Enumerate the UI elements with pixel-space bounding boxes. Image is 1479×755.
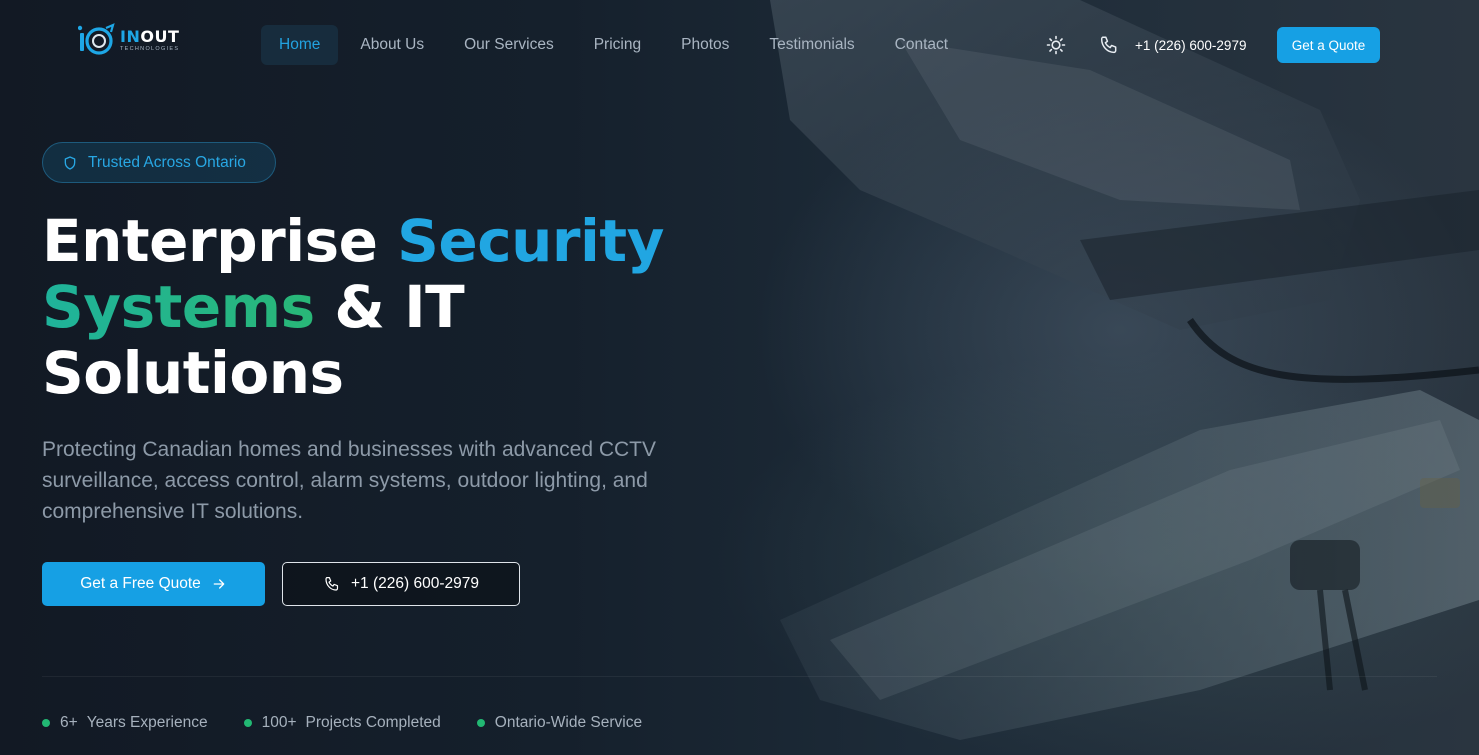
phone-icon bbox=[1100, 36, 1117, 54]
header-phone-link[interactable]: +1 (226) 600-2979 bbox=[1098, 33, 1246, 57]
call-phone-label: +1 (226) 600-2979 bbox=[351, 575, 479, 592]
logo-name-rest: OUT bbox=[140, 27, 180, 47]
stat-years-experience: 6+ Years Experience bbox=[42, 714, 208, 732]
sun-icon[interactable] bbox=[1044, 33, 1068, 57]
nav-item-our-services[interactable]: Our Services bbox=[446, 25, 572, 65]
arrow-right-icon bbox=[213, 579, 225, 589]
stat-label: Ontario-Wide Service bbox=[494, 714, 643, 731]
trusted-badge: Trusted Across Ontario bbox=[42, 142, 276, 183]
badge-label: Trusted Across Ontario bbox=[88, 153, 246, 171]
get-a-quote-button[interactable]: Get a Quote bbox=[1277, 27, 1380, 63]
call-phone-button[interactable]: +1 (226) 600-2979 bbox=[282, 562, 520, 606]
header-phone-number: +1 (226) 600-2979 bbox=[1135, 37, 1247, 53]
status-dot bbox=[243, 719, 252, 727]
get-free-quote-button[interactable]: Get a Free Quote bbox=[42, 562, 265, 606]
nav-item-testimonials[interactable]: Testimonials bbox=[751, 25, 872, 65]
nav-item-contact[interactable]: Contact bbox=[877, 25, 966, 65]
section-divider bbox=[42, 676, 1437, 677]
nav-item-home[interactable]: Home bbox=[261, 25, 339, 65]
site-header: INOUT TECHNOLOGIES Home About Us Our Ser… bbox=[0, 0, 1479, 88]
stat-value: 6+ bbox=[60, 714, 78, 731]
logo-name-highlight: IN bbox=[120, 27, 141, 47]
headline-part-systems: Systems bbox=[42, 273, 315, 341]
nav-item-about-us[interactable]: About Us bbox=[342, 25, 442, 65]
brand-logo[interactable]: INOUT TECHNOLOGIES bbox=[78, 23, 190, 59]
stats-row: 6+ Years Experience 100+ Projects Comple… bbox=[42, 712, 678, 734]
headline-part-solutions: Solutions bbox=[42, 339, 344, 407]
nav-item-photos[interactable]: Photos bbox=[663, 25, 747, 65]
get-free-quote-label: Get a Free Quote bbox=[80, 575, 201, 592]
main-nav: Home About Us Our Services Pricing Photo… bbox=[261, 25, 970, 65]
headline-part-and-it: & IT bbox=[314, 273, 465, 341]
status-dot bbox=[476, 719, 485, 727]
stat-label: Projects Completed bbox=[305, 714, 441, 731]
logo-mark-icon bbox=[78, 23, 115, 55]
stat-ontario-wide-service: Ontario-Wide Service bbox=[476, 714, 643, 732]
headline-part-enterprise: Enterprise bbox=[42, 207, 398, 275]
status-dot bbox=[42, 719, 50, 727]
stat-value: 100+ bbox=[261, 714, 297, 731]
phone-icon bbox=[325, 577, 339, 591]
shield-icon bbox=[64, 155, 76, 170]
stat-label: Years Experience bbox=[86, 714, 208, 731]
hero-subtext: Protecting Canadian homes and businesses… bbox=[42, 438, 657, 523]
nav-item-pricing[interactable]: Pricing bbox=[576, 25, 659, 65]
headline-part-security: Security bbox=[397, 207, 664, 275]
hero-headline: Enterprise Security Systems & IT Solutions bbox=[42, 208, 722, 406]
stat-projects-completed: 100+ Projects Completed bbox=[243, 714, 441, 732]
logo-tagline: TECHNOLOGIES bbox=[120, 46, 180, 53]
